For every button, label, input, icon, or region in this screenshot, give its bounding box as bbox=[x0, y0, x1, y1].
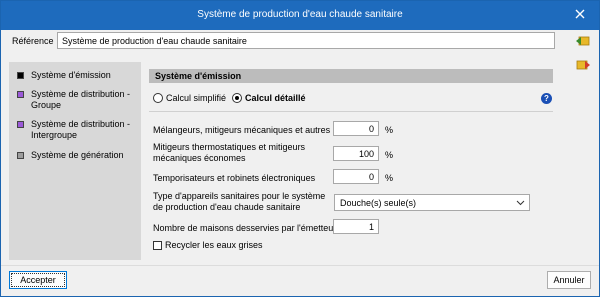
accept-button[interactable]: Accepter bbox=[9, 271, 67, 289]
radio-calcul-simplifie[interactable] bbox=[153, 93, 163, 103]
reference-input[interactable] bbox=[57, 32, 555, 49]
appareils-select-value: Douche(s) seule(s) bbox=[340, 198, 417, 208]
radio-calcul-detaille-label: Calcul détaillé bbox=[245, 93, 306, 103]
footer-divider bbox=[1, 265, 599, 266]
temporisateurs-label: Temporisateurs et robinets électroniques bbox=[153, 173, 316, 183]
radio-calcul-simplifie-label: Calcul simplifié bbox=[166, 93, 227, 103]
section-title: Système d'émission bbox=[149, 69, 553, 83]
thermostatiques-input[interactable] bbox=[333, 146, 379, 161]
arrow-left-yellow-icon[interactable] bbox=[576, 35, 590, 47]
recycle-checkbox[interactable] bbox=[153, 241, 162, 250]
nav-panel: Système d'émission Système de distributi… bbox=[9, 62, 141, 260]
help-icon[interactable]: ? bbox=[541, 93, 552, 104]
temporisateurs-input[interactable] bbox=[333, 169, 379, 184]
reference-label: Référence bbox=[12, 36, 54, 46]
arrow-right-yellow-icon[interactable] bbox=[576, 59, 590, 71]
nav-item-label: Système de distribution - Intergroupe bbox=[31, 119, 131, 140]
nav-swatch bbox=[17, 152, 24, 159]
nav-item-label: Système de génération bbox=[31, 150, 124, 160]
chevron-down-icon bbox=[516, 200, 525, 206]
close-icon[interactable] bbox=[573, 7, 587, 21]
melangeurs-input[interactable] bbox=[333, 121, 379, 136]
maisons-label: Nombre de maisons desservies par l'émett… bbox=[153, 223, 337, 233]
nav-item-label: Système de distribution - Groupe bbox=[31, 89, 131, 110]
appareils-select[interactable]: Douche(s) seule(s) bbox=[334, 194, 530, 211]
nav-swatch bbox=[17, 72, 24, 79]
nav-swatch bbox=[17, 121, 24, 128]
appareils-label: Type d'appareils sanitaires pour le syst… bbox=[153, 191, 326, 212]
nav-swatch bbox=[17, 91, 24, 98]
dialog-window: Système de production d'eau chaude sanit… bbox=[0, 0, 600, 297]
melangeurs-label: Mélangeurs, mitigeurs mécaniques et autr… bbox=[153, 125, 331, 135]
temporisateurs-unit: % bbox=[385, 173, 394, 183]
divider bbox=[149, 111, 553, 112]
thermostatiques-label: Mitigeurs thermostatiques et mitigeurs m… bbox=[153, 142, 306, 163]
thermostatiques-unit: % bbox=[385, 150, 394, 160]
recycle-label: Recycler les eaux grises bbox=[165, 240, 263, 250]
nav-item-label: Système d'émission bbox=[31, 70, 111, 80]
maisons-input[interactable] bbox=[333, 219, 379, 234]
window-title: Système de production d'eau chaude sanit… bbox=[197, 9, 403, 20]
radio-calcul-detaille[interactable] bbox=[232, 93, 242, 103]
title-bar: Système de production d'eau chaude sanit… bbox=[1, 1, 599, 30]
melangeurs-unit: % bbox=[385, 125, 394, 135]
cancel-button[interactable]: Annuler bbox=[547, 271, 591, 289]
